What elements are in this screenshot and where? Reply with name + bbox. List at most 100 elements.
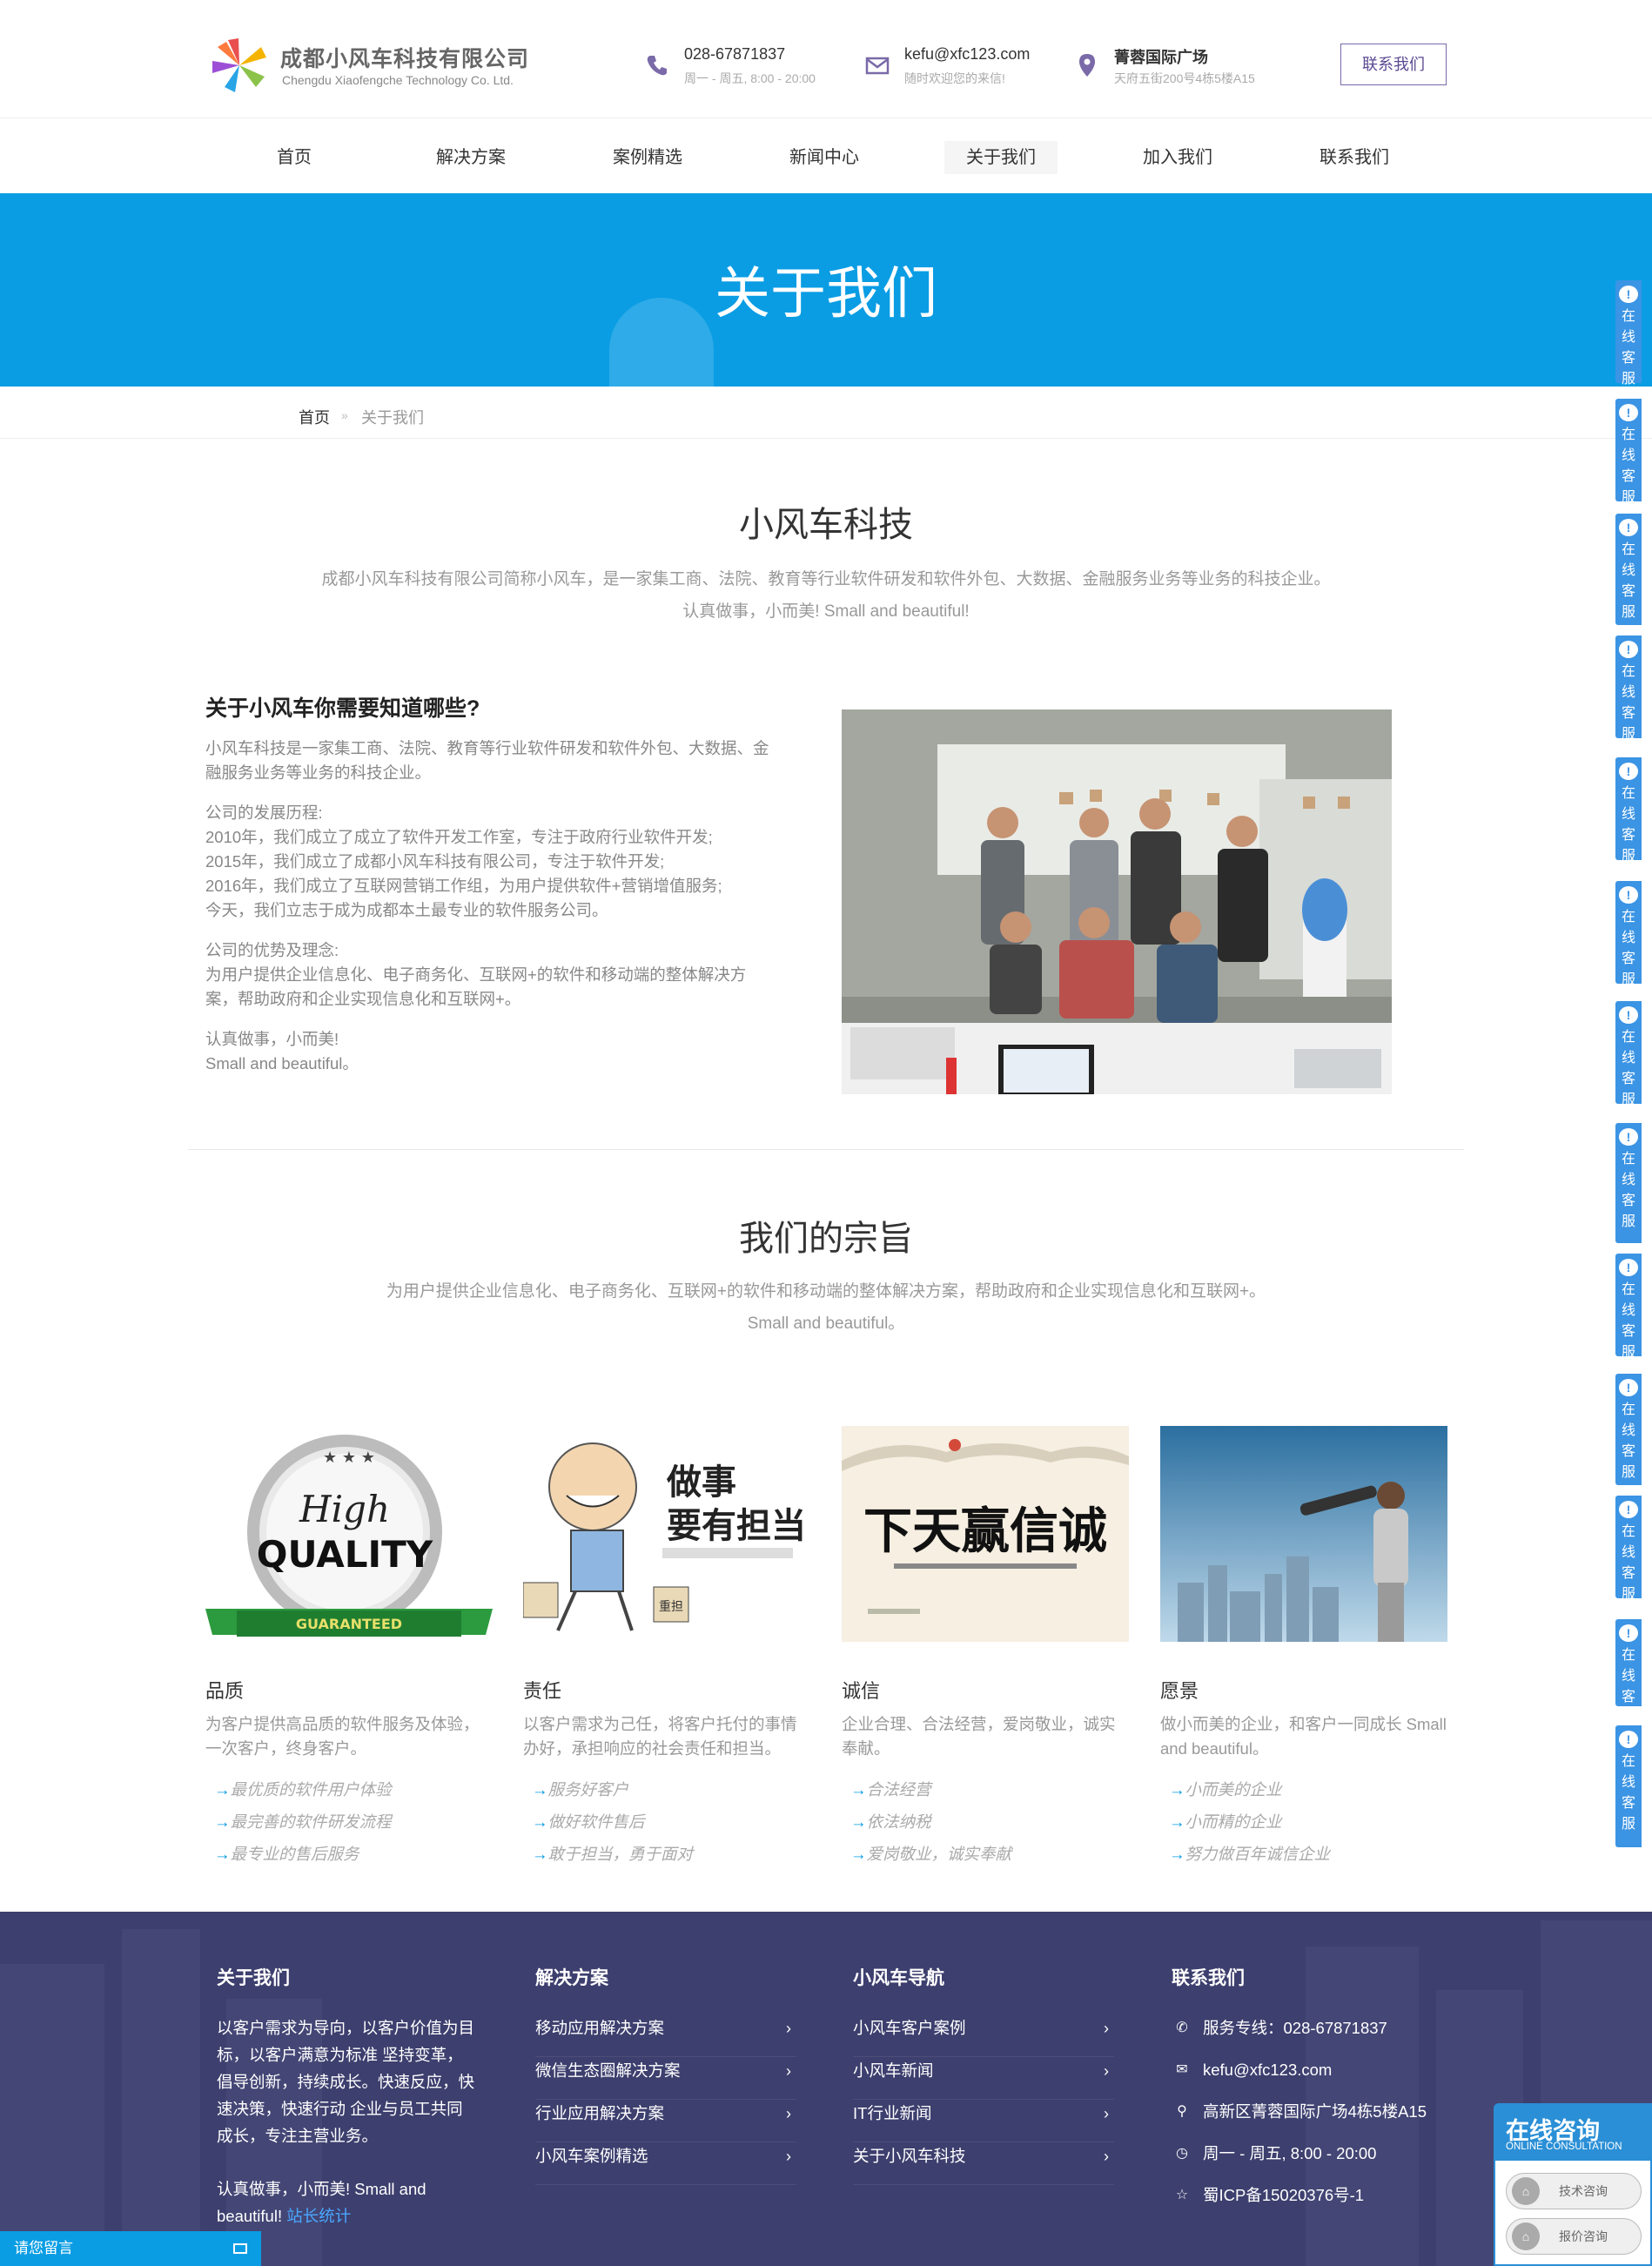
leave-message-bar[interactable]: 请您留言 (0, 2231, 261, 2266)
leave-message-label: 请您留言 (14, 2240, 73, 2256)
company-name-cn: 成都小风车科技有限公司 (280, 47, 530, 71)
footer-link[interactable]: 行业应用解决方案 › (535, 2100, 796, 2142)
phone-number: 028-67871837 (684, 45, 786, 63)
footer-contact-address: ⚲ 高新区菁蓉国际广场4栋5楼A15 (1172, 2098, 1433, 2140)
footer-link[interactable]: 小风车新闻 › (853, 2057, 1114, 2100)
online-service-tab[interactable]: ! 在线客服 (1615, 1254, 1642, 1360)
nav-item-join[interactable]: 加入我们 (1121, 141, 1234, 174)
breadcrumb-current: 关于我们 (361, 409, 424, 427)
footer-contact-phone: ✆ 服务专线：028-67871837 (1172, 2014, 1433, 2056)
service-tab-char: 在 (1621, 1152, 1635, 1167)
purpose-line-2: Small and beautiful。 (747, 1315, 905, 1333)
online-service-tab[interactable]: ! 在线客服 (1615, 757, 1642, 864)
chat-bubble-icon: ! (1619, 1501, 1638, 1518)
consult-subtitle: ONLINE CONSULTATION (1506, 2142, 1622, 2152)
arrow-icon: → (1169, 1845, 1185, 1863)
service-tab-char: 在 (1621, 427, 1635, 442)
team-photo (842, 709, 1392, 1094)
service-tab-char: 客 (1621, 1690, 1635, 1705)
contact-us-button[interactable]: 联系我们 (1340, 44, 1447, 85)
tech-consult-button[interactable]: ⌂ 技术咨询 (1506, 2173, 1642, 2209)
purpose-line-1: 为用户提供企业信息化、电子商务化、互联网+的软件和移动端的整体解决方案，帮助政府… (386, 1282, 1266, 1301)
email-address[interactable]: kefu@xfc123.com (904, 45, 1030, 64)
minimize-icon[interactable] (233, 2243, 247, 2254)
online-service-tab[interactable]: ! 在线客服 (1615, 881, 1642, 987)
service-tab-char: 服 (1621, 727, 1635, 742)
service-tab-char: 线 (1621, 807, 1635, 822)
footer-link[interactable]: 移动应用解决方案 › (535, 2014, 796, 2057)
value-card-vision: 愿景 做小而美的企业，和客户一同成长 Small and beautiful。 … (1160, 1426, 1447, 1866)
service-tab-char: 线 (1621, 563, 1635, 578)
footer-link[interactable]: 小风车客户案例 › (853, 2014, 1114, 2057)
arrow-icon: → (850, 1812, 867, 1831)
chat-bubble-icon: ! (1619, 404, 1638, 421)
quote-consult-button[interactable]: ⌂ 报价咨询 (1506, 2218, 1642, 2255)
service-tab-char: 线 (1621, 1545, 1635, 1560)
online-service-tab[interactable]: ! 在线客服 (1615, 1496, 1642, 1602)
service-tab-char: 客 (1621, 1444, 1635, 1459)
footer-link[interactable]: 微信生态圈解决方案 › (535, 2057, 796, 2100)
pinwheel-logo-icon (212, 38, 266, 92)
service-tab-char: 客 (1621, 1566, 1635, 1581)
quality-badge-image: ★ ★ ★ High QUALITY GUARANTEED (205, 1426, 493, 1642)
footer-link[interactable]: IT行业新闻 › (853, 2100, 1114, 2142)
arrow-icon: → (1169, 1812, 1185, 1831)
value-card-quality: ★ ★ ★ High QUALITY GUARANTEED 品质 为客户提供高品… (205, 1426, 493, 1866)
value-desc: 做小而美的企业，和客户一同成长 Small and beautiful。 (1160, 1715, 1447, 1758)
page-banner: 关于我们 (0, 193, 1652, 387)
user-icon: ⌂ (1512, 2222, 1540, 2250)
arrow-icon: → (214, 1845, 231, 1863)
footer-contact: 联系我们 ✆ 服务专线：028-67871837 ✉ kefu@xfc123.com… (1172, 1964, 1433, 2223)
motto-cn: 认真做事，小而美! (205, 1030, 339, 1048)
value-title: 诚信 (842, 1680, 881, 1702)
company-logo[interactable]: 成都小风车科技有限公司 Chengdu Xiaofengche Technolo… (209, 31, 540, 92)
location-icon: ⚲ (1177, 2104, 1187, 2119)
arrow-icon: → (850, 1845, 867, 1863)
service-tab-char: 线 (1621, 1775, 1635, 1790)
online-service-tab[interactable]: ! 在线客服 (1615, 635, 1642, 742)
footer-link[interactable]: 关于小风车科技 › (853, 2142, 1114, 2185)
service-tab-char: 线 (1621, 1423, 1635, 1438)
svg-text:★ ★ ★: ★ ★ ★ (323, 1449, 375, 1467)
service-tab-char: 客 (1621, 828, 1635, 843)
clock-icon: ◷ (1176, 2146, 1188, 2161)
history-item: 2015年，我们成立了成都小风车科技有限公司，专注于软件开发; (205, 852, 665, 871)
history-item: 2016年，我们成立了互联网营销工作组，为用户提供软件+营销增值服务; (205, 877, 722, 895)
motto-block: 认真做事，小而美! Small and beautiful。 (205, 1027, 771, 1076)
nav-item-about[interactable]: 关于我们 (944, 141, 1058, 174)
stats-link[interactable]: 站长统计 (286, 2207, 351, 2225)
online-service-tab[interactable]: ! 在线客服 (1615, 514, 1642, 625)
footer-icp: ☆ 蜀ICP备15020376号-1 (1172, 2182, 1433, 2223)
online-service-tab[interactable]: ! 在线客服 (1615, 399, 1642, 505)
value-point: →服务好客户 (532, 1780, 629, 1799)
online-service-tab[interactable]: ! 在线客服 (1615, 1374, 1642, 1485)
nav-item-solutions[interactable]: 解决方案 (414, 141, 527, 174)
footer-about-text: 以客户需求为导向，以客户价值为目标，以客户满意为标准 坚持变革，倡导创新，持续成… (217, 2019, 475, 2145)
online-service-tab[interactable]: ! 在线客服 (1615, 1001, 1642, 1107)
online-service-tab[interactable]: ! 在线客服 (1615, 1619, 1642, 1725)
footer-link[interactable]: 小风车案例精选 › (535, 2142, 796, 2185)
nav-item-cases[interactable]: 案例精选 (591, 141, 704, 174)
service-tab-char: 线 (1621, 1051, 1635, 1066)
chat-bubble-icon: ! (1619, 1624, 1638, 1642)
service-tab-char: 线 (1621, 931, 1635, 945)
location-address: 天府五街200号4栋5楼A15 (1114, 71, 1255, 85)
value-point: →最完善的软件研发流程 (214, 1812, 392, 1831)
service-tab-char: 客 (1621, 951, 1635, 966)
nav-item-contact[interactable]: 联系我们 (1298, 141, 1411, 174)
value-title: 愿景 (1160, 1680, 1199, 1702)
online-service-tab[interactable]: ! 在线客服 (1615, 1123, 1642, 1243)
breadcrumb-home[interactable]: 首页 (299, 406, 330, 428)
value-desc: 为客户提供高品质的软件服务及体验，一次客户，终身客户。 (205, 1715, 480, 1758)
online-service-tab[interactable]: ! 在线客服 (1615, 280, 1642, 387)
online-service-tab[interactable]: ! 在线客服 (1615, 1725, 1642, 1847)
email-note: 随时欢迎您的来信! (904, 71, 1005, 85)
advantage-title: 公司的优势及理念: (205, 941, 339, 959)
service-tab-char: 在 (1621, 1030, 1635, 1045)
service-tab-char: 线 (1621, 330, 1635, 345)
service-tab-char: 在 (1621, 664, 1635, 679)
nav-item-news[interactable]: 新闻中心 (768, 141, 881, 174)
service-tab-char: 服 (1621, 849, 1635, 864)
nav-item-home[interactable]: 首页 (238, 141, 351, 174)
value-card-integrity: 下天赢信诚 诚信 企业合理、合法经营，爱岗敬业，诚实奉献。 →合法经营 →依法纳… (842, 1426, 1129, 1866)
